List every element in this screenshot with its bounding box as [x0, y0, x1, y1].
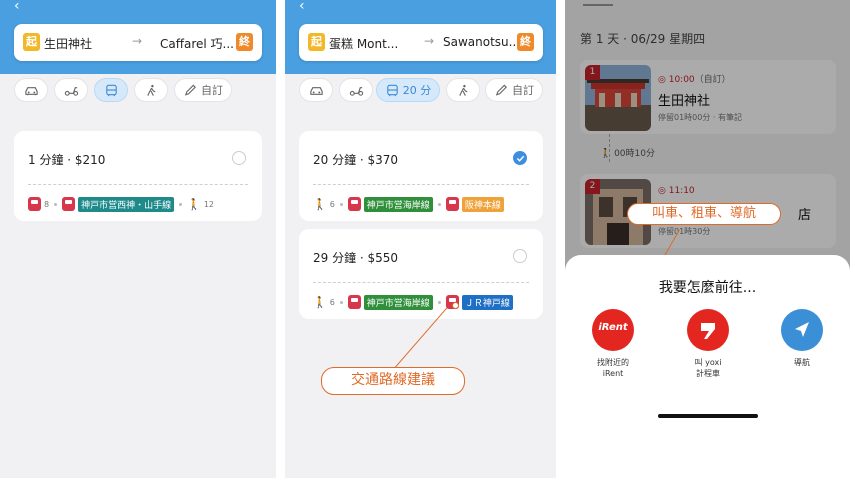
- route-option-card[interactable]: 29 分鐘 · $550 🚶 6 神戸市営海岸線 ＪＲ神戸線: [299, 229, 543, 319]
- mode-transit[interactable]: [94, 78, 128, 102]
- walk-icon: 🚶: [313, 197, 327, 211]
- route-selector[interactable]: 起 蛋糕 Mont... → Sawanotsu... 終: [299, 24, 543, 61]
- back-icon[interactable]: ‹: [299, 0, 305, 14]
- line-tag: 神戸市営西神・山手線: [78, 196, 175, 212]
- line-tag: 神戸市営海岸線: [363, 294, 433, 310]
- mode-scooter[interactable]: [339, 78, 373, 102]
- walk-icon: 🚶: [313, 295, 327, 309]
- annotation-callout: 交通路線建議: [321, 367, 465, 395]
- end-location[interactable]: Sawanotsu...: [443, 35, 520, 49]
- checked-icon[interactable]: [513, 151, 527, 165]
- route-search-panel-2: ‹ 起 蛋糕 Mont... → Sawanotsu... 終 20 分 自訂 …: [285, 0, 556, 478]
- mode-custom-label: 自訂: [512, 84, 534, 97]
- route-option-card[interactable]: 20 分鐘 · $370 🚶 6 神戸市営海岸線 阪神本線: [299, 131, 543, 221]
- train-icon: [347, 295, 361, 309]
- dot-separator: [179, 202, 183, 206]
- option-irent[interactable]: iRent 找附近的 iRent: [578, 309, 648, 379]
- mode-walk[interactable]: [134, 78, 168, 102]
- scooter-icon: [64, 86, 78, 96]
- option-label: 找附近的 iRent: [597, 358, 629, 378]
- train-icon: [445, 197, 459, 211]
- sheet-title: 我要怎麼前往...: [658, 280, 757, 296]
- divider: [313, 282, 529, 283]
- bus-icon: [387, 84, 398, 96]
- mode-car[interactable]: [14, 78, 48, 102]
- divider: [28, 184, 248, 185]
- dot-separator: [339, 300, 343, 304]
- divider: [313, 184, 529, 185]
- itinerary-panel: 第 1 天 · 06/29 星期四 1 ◎ 10:00（自訂） 生田神社 停留0…: [565, 0, 850, 478]
- start-location[interactable]: 生田神社: [44, 35, 92, 52]
- start-badge: 起: [308, 33, 325, 51]
- dot-separator: [437, 300, 441, 304]
- callout-pin: [452, 302, 459, 309]
- option-navigate[interactable]: 導航: [767, 309, 837, 368]
- leg-walk-minutes: 8: [44, 199, 50, 209]
- route-legs: 8 神戸市営西神・山手線 🚶 12: [28, 195, 214, 213]
- navigate-icon[interactable]: [781, 309, 823, 351]
- leg-walk-minutes: 6: [329, 297, 335, 307]
- route-search-panel-1: ‹ 起 生田神社 → Caffarel 巧... 終 自訂 1 分鐘 · $21…: [0, 0, 276, 478]
- radio-check-icon[interactable]: [232, 151, 246, 165]
- car-icon: [309, 86, 323, 95]
- annotation-callout: 叫車、租車、導航: [627, 203, 781, 225]
- option-yoxi[interactable]: 叫 yoxi 計程車: [673, 309, 743, 379]
- arrow-right-icon: →: [132, 34, 143, 48]
- arrow-right-icon: →: [424, 34, 435, 48]
- route-summary: 20 分鐘 · $370: [313, 153, 399, 167]
- start-location[interactable]: 蛋糕 Mont...: [329, 35, 398, 52]
- line-tag: 阪神本線: [461, 196, 504, 212]
- walk-icon: [146, 84, 156, 96]
- end-badge: 終: [236, 33, 253, 51]
- walk-icon: [458, 84, 468, 96]
- irent-logo-text: iRent: [598, 322, 628, 333]
- transport-mode-tabs: 20 分 自訂: [285, 78, 556, 102]
- car-icon: [24, 86, 38, 95]
- option-label: 導航: [794, 358, 810, 367]
- end-badge: 終: [517, 33, 534, 51]
- route-option-card[interactable]: 1 分鐘 · $210 8 神戸市営西神・山手線 🚶 12: [14, 131, 262, 221]
- leg-walk-minutes: 12: [203, 199, 214, 209]
- bus-icon: [105, 84, 117, 96]
- line-tag: 神戸市営海岸線: [363, 196, 433, 212]
- route-summary: 1 分鐘 · $210: [28, 153, 106, 167]
- dot-separator: [437, 202, 441, 206]
- route-selector[interactable]: 起 生田神社 → Caffarel 巧... 終: [14, 24, 262, 61]
- bottom-sheet: 我要怎麼前往... iRent 找附近的 iRent 叫 yoxi 計程車 導航: [565, 255, 850, 478]
- mode-custom-label: 自訂: [201, 84, 223, 97]
- mode-transit[interactable]: 20 分: [376, 78, 440, 102]
- dot-separator: [339, 202, 343, 206]
- start-badge: 起: [23, 33, 40, 51]
- mode-walk[interactable]: [446, 78, 480, 102]
- route-legs: 🚶 6 神戸市営海岸線 阪神本線: [313, 195, 504, 213]
- dot-separator: [54, 202, 58, 206]
- train-icon: [62, 197, 76, 211]
- train-icon: [28, 197, 41, 211]
- leg-walk-minutes: 6: [329, 199, 335, 209]
- home-indicator: [658, 414, 758, 418]
- train-icon: [347, 197, 361, 211]
- line-tag: ＪＲ神戸線: [461, 294, 513, 310]
- mode-custom[interactable]: 自訂: [174, 78, 232, 102]
- mode-scooter[interactable]: [54, 78, 88, 102]
- mode-car[interactable]: [299, 78, 333, 102]
- transport-mode-tabs: 自訂: [0, 78, 276, 102]
- pencil-icon: [184, 84, 196, 96]
- yoxi-icon[interactable]: [687, 309, 729, 351]
- radio-check-icon[interactable]: [513, 249, 527, 263]
- route-legs: 🚶 6 神戸市営海岸線 ＪＲ神戸線: [313, 293, 513, 311]
- walk-icon: 🚶: [187, 197, 201, 211]
- route-summary: 29 分鐘 · $550: [313, 251, 399, 265]
- pencil-icon: [495, 84, 507, 96]
- option-label: 叫 yoxi 計程車: [694, 358, 722, 378]
- mode-custom[interactable]: 自訂: [485, 78, 543, 102]
- back-icon[interactable]: ‹: [14, 0, 20, 14]
- irent-icon[interactable]: iRent: [592, 309, 634, 351]
- end-location[interactable]: Caffarel 巧...: [160, 35, 234, 52]
- scooter-icon: [349, 86, 363, 96]
- mode-transit-duration: 20 分: [402, 84, 432, 97]
